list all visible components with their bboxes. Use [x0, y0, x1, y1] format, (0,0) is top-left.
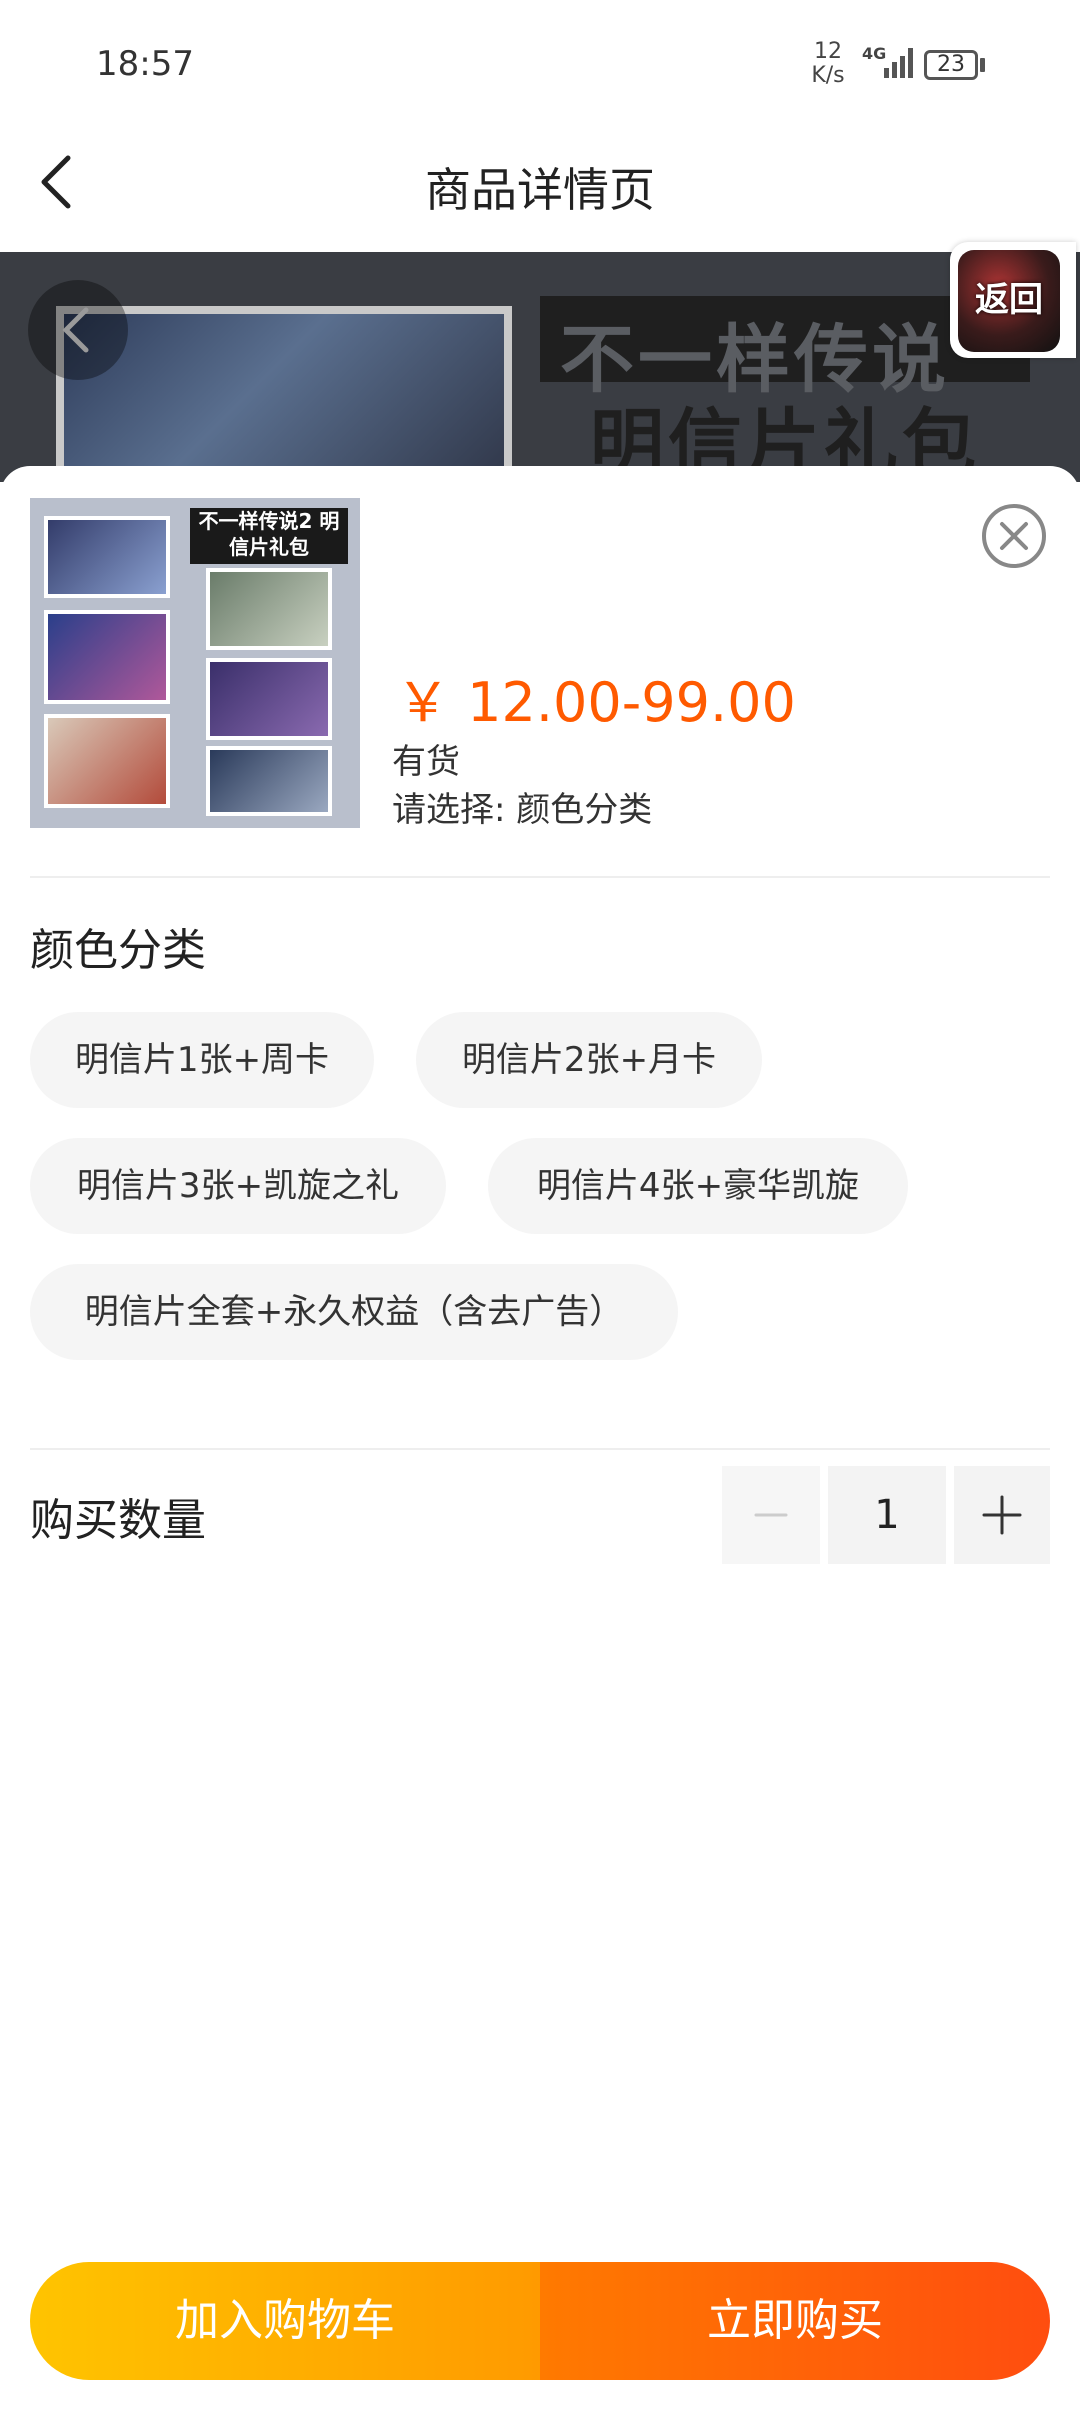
price-range: ￥ 12.00-99.00 — [396, 671, 796, 734]
status-time: 18:57 — [96, 44, 194, 84]
selection-hint: 请选择: 颜色分类 — [392, 790, 653, 830]
network-speed-value: 12 — [814, 39, 842, 64]
option-chip-2[interactable]: 明信片2张+月卡 — [416, 1012, 762, 1108]
page-title: 商品详情页 — [425, 163, 655, 217]
battery-level: 23 — [937, 52, 965, 77]
nav-bar: 商品详情页 — [0, 112, 1080, 252]
quantity-value[interactable]: 1 — [828, 1466, 946, 1564]
plus-icon — [982, 1495, 1022, 1535]
product-banner: 不一样传说 明信片礼包 — [0, 252, 1080, 482]
quantity-label: 购买数量 — [30, 1495, 206, 1546]
quantity-increase-button[interactable] — [954, 1466, 1050, 1564]
floating-back-button[interactable]: 返回 — [950, 242, 1076, 358]
product-thumbnail: 不一样传说2 明信片礼包 — [30, 498, 360, 828]
thumb-card-3 — [44, 714, 170, 808]
option-chip-3[interactable]: 明信片3张+凯旋之礼 — [30, 1138, 446, 1234]
network-speed: 12 K/s — [806, 40, 850, 88]
stock-status: 有货 — [392, 742, 460, 782]
chevron-left-icon — [62, 307, 89, 353]
network-speed-unit: K/s — [811, 63, 845, 88]
banner-prev-button[interactable] — [28, 280, 128, 380]
divider — [30, 876, 1050, 878]
thumb-card-1 — [44, 516, 170, 598]
buy-now-button[interactable]: 立即购买 — [540, 2262, 1050, 2380]
thumb-card-5 — [206, 658, 332, 740]
close-icon — [1000, 522, 1028, 550]
thumb-title: 不一样传说2 明信片礼包 — [190, 508, 348, 564]
floating-back-label: 返回 — [975, 280, 1043, 320]
quantity-decrease-button[interactable] — [722, 1466, 820, 1564]
add-to-cart-button[interactable]: 加入购物车 — [30, 2262, 540, 2380]
thumb-card-6 — [206, 746, 332, 816]
thumb-card-2 — [44, 610, 170, 704]
battery-icon: 23 — [924, 50, 978, 80]
minus-icon — [754, 1513, 788, 1517]
option-chip-4[interactable]: 明信片4张+豪华凯旋 — [488, 1138, 908, 1234]
bottom-action-bar: 加入购物车 立即购买 — [30, 2262, 1050, 2380]
battery-tip — [980, 58, 985, 72]
status-bar: 18:57 12 K/s 4G 23 — [0, 0, 1080, 112]
thumb-card-4 — [206, 568, 332, 650]
option-section-title: 颜色分类 — [30, 925, 206, 976]
divider — [30, 1448, 1050, 1450]
close-button[interactable] — [982, 504, 1046, 568]
sku-selector-sheet: 不一样传说2 明信片礼包 ￥ 12.00-99.00 有货 请选择: 颜色分类 … — [0, 466, 1080, 2412]
option-chip-1[interactable]: 明信片1张+周卡 — [30, 1012, 374, 1108]
option-chip-5[interactable]: 明信片全套+永久权益（含去广告） — [30, 1264, 678, 1360]
